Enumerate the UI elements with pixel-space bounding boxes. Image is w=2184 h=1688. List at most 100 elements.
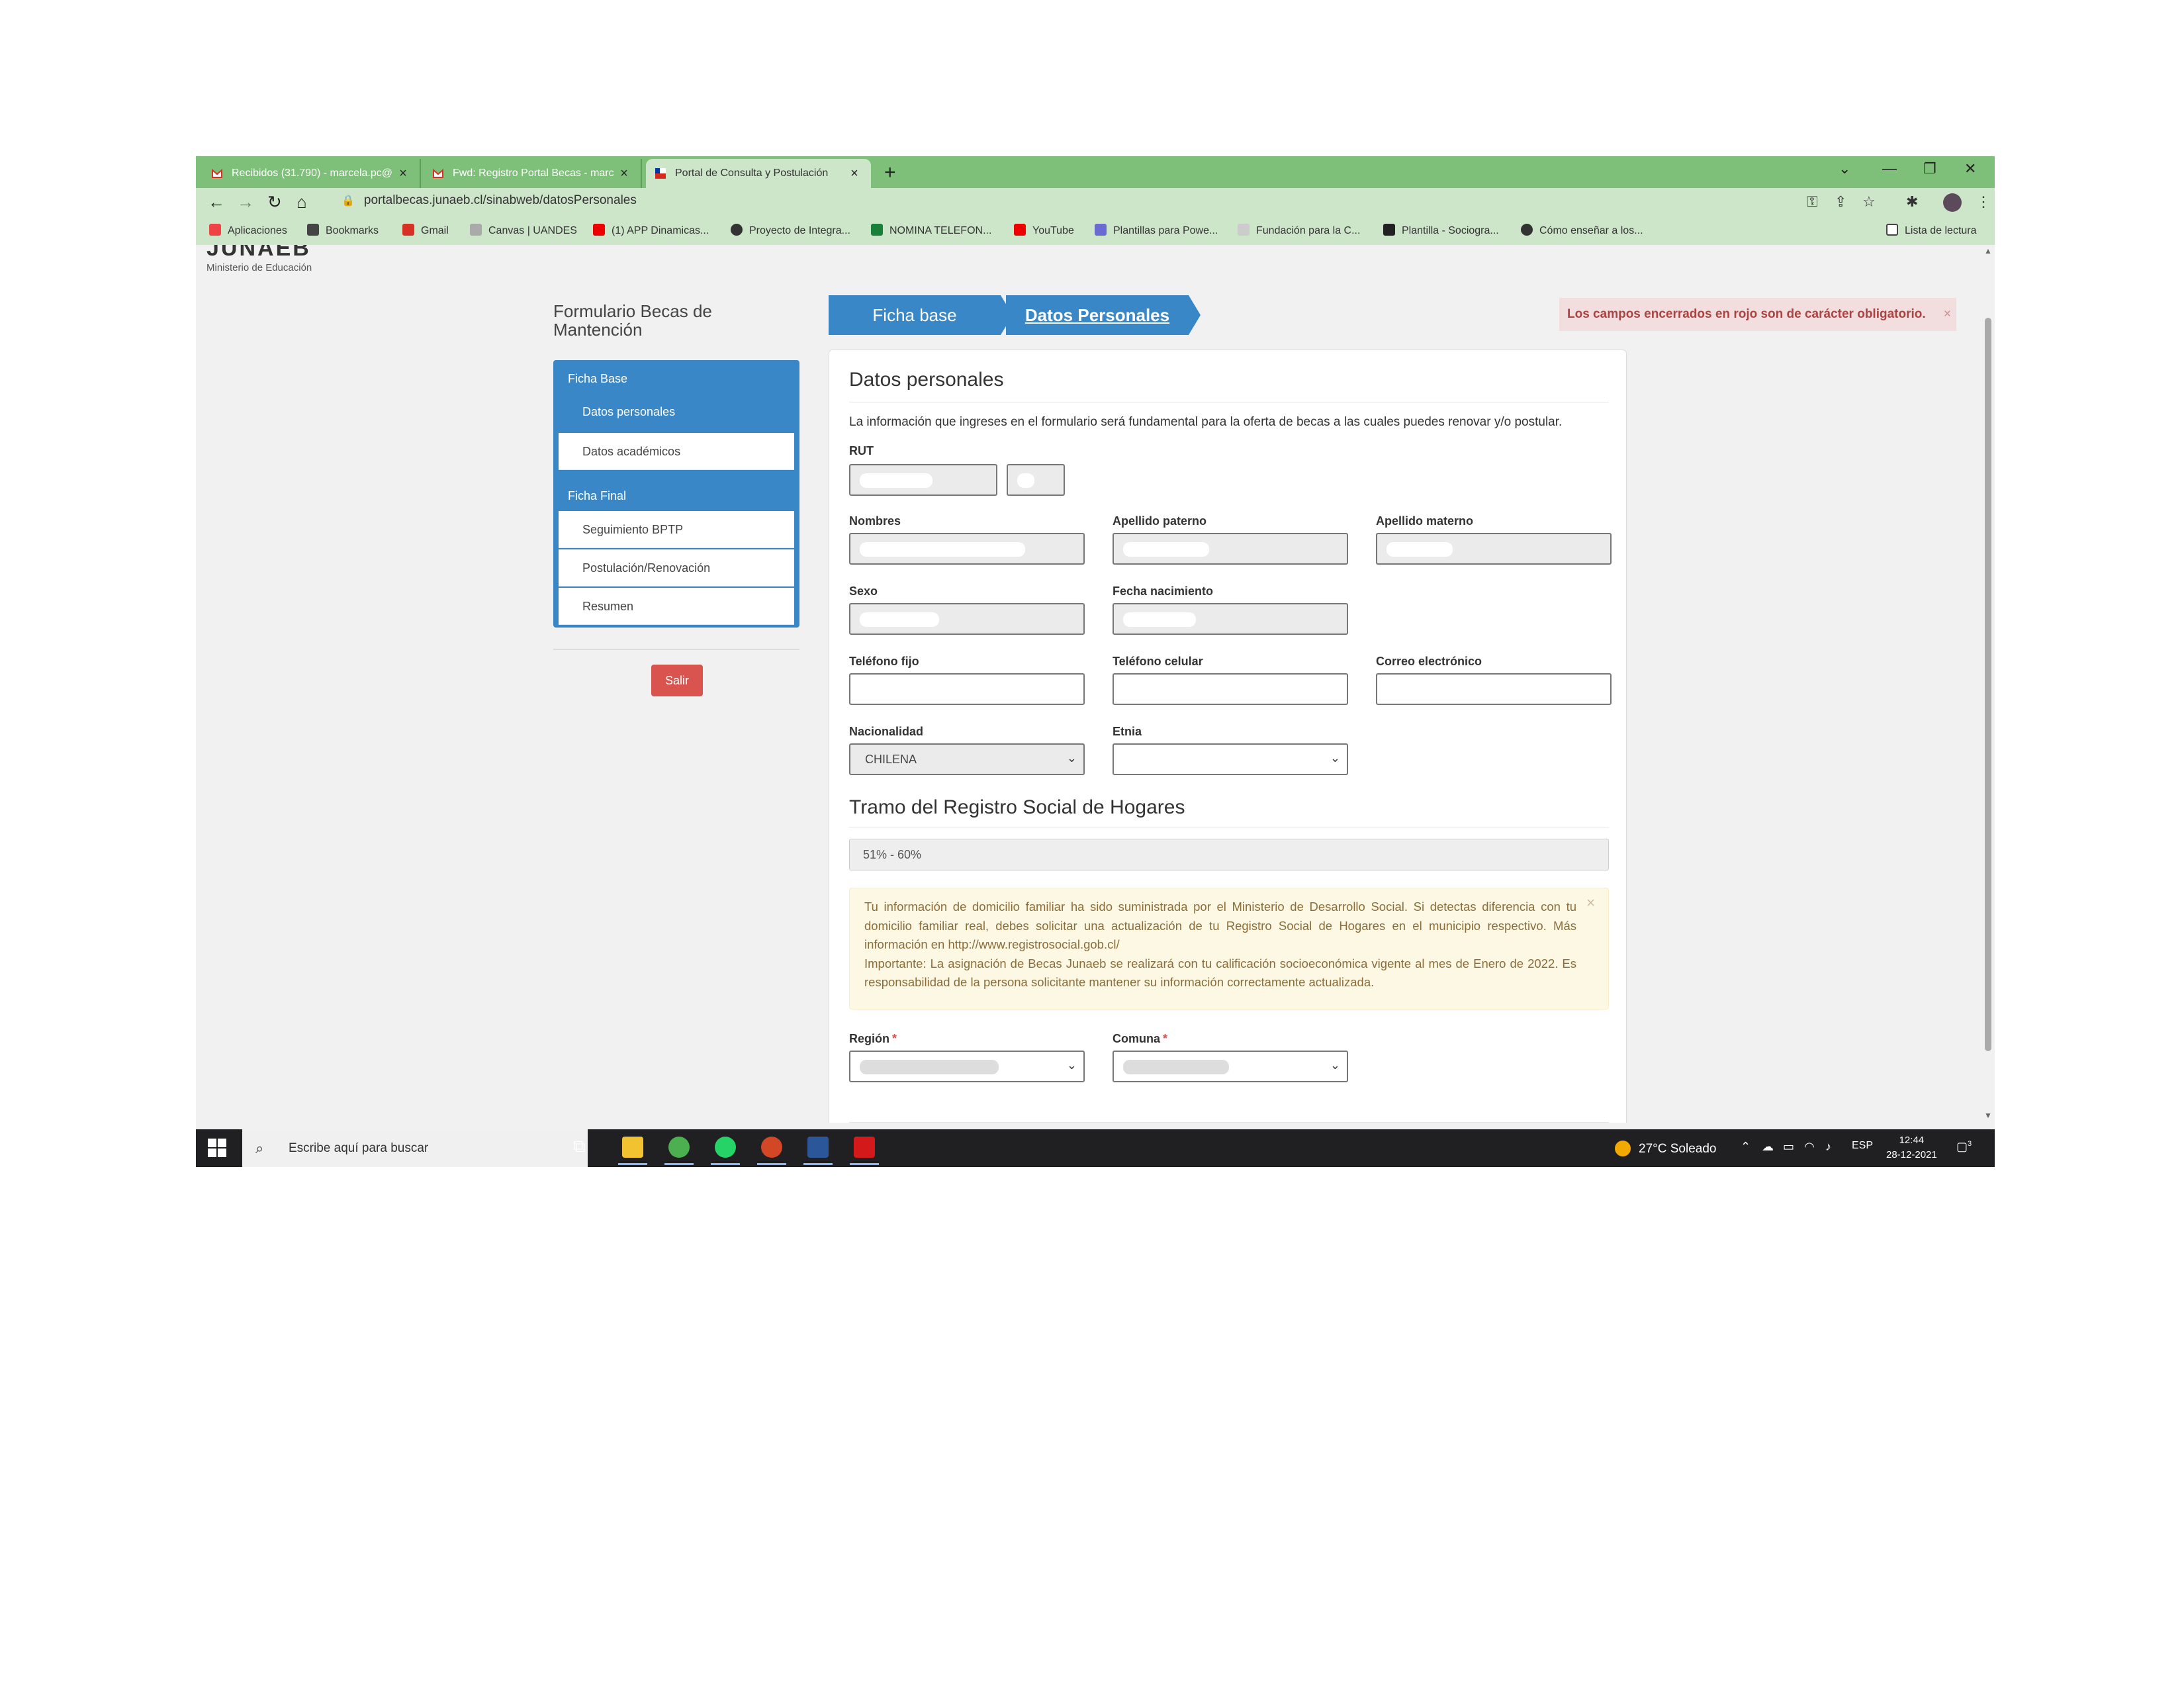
telefono-celular-field[interactable]	[1113, 673, 1348, 705]
bookmark-fundacion[interactable]: Fundación para la C...	[1238, 224, 1360, 237]
step-ficha-base[interactable]: Ficha base	[829, 295, 1001, 335]
web-page: JUNAEB Ministerio de Educación Formulari…	[196, 245, 1995, 1123]
bookmark-gmail[interactable]: Gmail	[402, 224, 449, 237]
correo-label: Correo electrónico	[1376, 655, 1482, 668]
language-indicator[interactable]: ESP	[1852, 1140, 1873, 1152]
page-scrollbar[interactable]: ▲ ▼	[1981, 245, 1995, 1123]
file-explorer-icon[interactable]	[618, 1137, 647, 1165]
windows-start-icon[interactable]	[208, 1139, 226, 1157]
close-tab-icon[interactable]: ×	[617, 166, 631, 181]
forward-arrow-icon[interactable]: →	[237, 192, 254, 212]
nombres-field[interactable]	[849, 533, 1085, 565]
info-close-icon[interactable]: ×	[1586, 894, 1595, 913]
panel-heading: Datos personales	[849, 369, 1004, 391]
sexo-field[interactable]	[849, 603, 1085, 635]
tab-title: Recibidos (31.790) - marcela.pc@	[232, 167, 393, 179]
step-datos-personales[interactable]: Datos Personales	[1006, 295, 1189, 335]
region-select[interactable]: ⌄	[849, 1051, 1085, 1082]
bookmark-canvas[interactable]: Canvas | UANDES	[470, 224, 577, 237]
telefono-fijo-field[interactable]	[849, 673, 1085, 705]
sidebar-item-postulacion[interactable]: Postulación/Renovación	[559, 549, 794, 586]
screenshot: Recibidos (31.790) - marcela.pc@ × Fwd: …	[196, 156, 1995, 1167]
template-icon	[1095, 224, 1107, 236]
junaeb-logo[interactable]: JUNAEB	[206, 245, 311, 261]
tab-gmail-fwd[interactable]: Fwd: Registro Portal Becas - marc ×	[424, 159, 642, 188]
bookmark-plantillas[interactable]: Plantillas para Powe...	[1095, 224, 1218, 237]
extensions-icon[interactable]: ✱	[1906, 193, 1918, 211]
alert-close-icon[interactable]: ×	[1944, 298, 1951, 331]
fecha-nacimiento-field[interactable]	[1113, 603, 1348, 635]
display-icon[interactable]: ▭	[1783, 1140, 1794, 1154]
restore-button[interactable]: ❐	[1923, 160, 1936, 177]
gmail-icon	[433, 168, 443, 179]
apellido-paterno-field[interactable]	[1113, 533, 1348, 565]
bookmark-nomina[interactable]: NOMINA TELEFON...	[871, 224, 991, 237]
reading-list[interactable]: Lista de lectura	[1886, 224, 1977, 237]
tab-search-icon[interactable]: ⌄	[1839, 160, 1850, 177]
apellido-materno-label: Apellido materno	[1376, 514, 1474, 528]
form-title: Formulario Becas de Mantención	[553, 301, 712, 340]
bookmark-bookmarks[interactable]: Bookmarks	[307, 224, 379, 237]
browser-toolbar: ← → ↻ ⌂ 🔒 portalbecas.junaeb.cl/sinabweb/…	[196, 188, 1995, 217]
close-window-button[interactable]: ✕	[1964, 160, 1976, 177]
scroll-down-icon[interactable]: ▼	[1984, 1111, 1992, 1120]
word-icon[interactable]	[803, 1137, 833, 1165]
etnia-select[interactable]: ⌄	[1113, 743, 1348, 775]
bookmark-como-ensenar[interactable]: Cómo enseñar a los...	[1521, 224, 1643, 237]
globe-icon	[731, 224, 743, 236]
bookmark-star-icon[interactable]: ☆	[1862, 193, 1876, 211]
sidebar-item-seguimiento[interactable]: Seguimiento BPTP	[559, 511, 794, 548]
step-arrow	[1189, 295, 1201, 335]
bookmark-aplicaciones[interactable]: Aplicaciones	[209, 224, 287, 237]
scroll-up-icon[interactable]: ▲	[1984, 246, 1992, 256]
nacionalidad-select[interactable]: CHILENA ⌄	[849, 743, 1085, 775]
home-icon[interactable]: ⌂	[296, 192, 307, 212]
tab-portal-becas[interactable]: Portal de Consulta y Postulación ×	[646, 159, 871, 188]
task-view-icon[interactable]: ⧉	[573, 1136, 594, 1157]
minimize-button[interactable]: —	[1882, 160, 1897, 177]
volume-icon[interactable]: ♪	[1825, 1140, 1831, 1154]
rut-number-field[interactable]	[849, 464, 997, 496]
canvas-icon	[470, 224, 482, 236]
key-icon[interactable]: ⚿	[1807, 193, 1818, 211]
sidebar-item-resumen[interactable]: Resumen	[559, 588, 794, 625]
reload-icon[interactable]: ↻	[267, 192, 282, 212]
acrobat-icon[interactable]	[850, 1137, 879, 1165]
close-tab-icon[interactable]: ×	[847, 166, 862, 181]
share-icon[interactable]: ⇪	[1835, 193, 1846, 211]
powerpoint-icon[interactable]	[757, 1137, 786, 1165]
rsh-tramo-field: 51% - 60%	[849, 839, 1609, 870]
bookmark-proyecto[interactable]: Proyecto de Integra...	[731, 224, 850, 237]
taskbar-search-box[interactable]: ⌕ Escribe aquí para buscar	[242, 1129, 588, 1167]
bookmark-youtube[interactable]: YouTube	[1014, 224, 1074, 237]
profile-avatar[interactable]	[1943, 193, 1962, 212]
apellido-materno-field[interactable]	[1376, 533, 1612, 565]
bookmark-app-dinamicas[interactable]: (1) APP Dinamicas...	[593, 224, 709, 237]
star-icon	[307, 224, 319, 236]
rut-dv-field[interactable]	[1007, 464, 1065, 496]
chrome-icon[interactable]	[664, 1137, 694, 1165]
wifi-icon[interactable]: ◠	[1804, 1140, 1815, 1154]
required-asterisk: *	[892, 1032, 897, 1045]
search-placeholder: Escribe aquí para buscar	[289, 1141, 429, 1155]
back-arrow-icon[interactable]: ←	[208, 192, 225, 212]
clock[interactable]: 12:44 28-12-2021	[1886, 1133, 1937, 1162]
comuna-select[interactable]: ⌄	[1113, 1051, 1348, 1082]
tab-gmail-inbox[interactable]: Recibidos (31.790) - marcela.pc@ ×	[203, 159, 421, 188]
sidebar-item-datos-personales[interactable]: Datos personales	[559, 393, 794, 430]
scrollbar-thumb[interactable]	[1985, 318, 1991, 1051]
close-tab-icon[interactable]: ×	[396, 166, 410, 181]
notifications-icon[interactable]: ▢3	[1956, 1140, 1972, 1154]
address-bar[interactable]: 🔒 portalbecas.junaeb.cl/sinabweb/datosPer…	[341, 193, 637, 208]
whatsapp-icon[interactable]	[711, 1137, 740, 1165]
onedrive-icon[interactable]: ☁	[1762, 1140, 1774, 1154]
sidebar-item-datos-academicos[interactable]: Datos académicos	[559, 433, 794, 470]
logout-button[interactable]: Salir	[651, 665, 703, 696]
tray-chevron-up-icon[interactable]: ⌃	[1741, 1140, 1751, 1154]
correo-field[interactable]	[1376, 673, 1612, 705]
weather-widget[interactable]: 27°C Soleado	[1615, 1141, 1716, 1156]
sexo-label: Sexo	[849, 585, 878, 598]
new-tab-button[interactable]: +	[884, 162, 896, 184]
menu-dots-icon[interactable]: ⋮	[1976, 193, 1991, 211]
bookmark-sociograma[interactable]: Plantilla - Sociogra...	[1383, 224, 1499, 237]
